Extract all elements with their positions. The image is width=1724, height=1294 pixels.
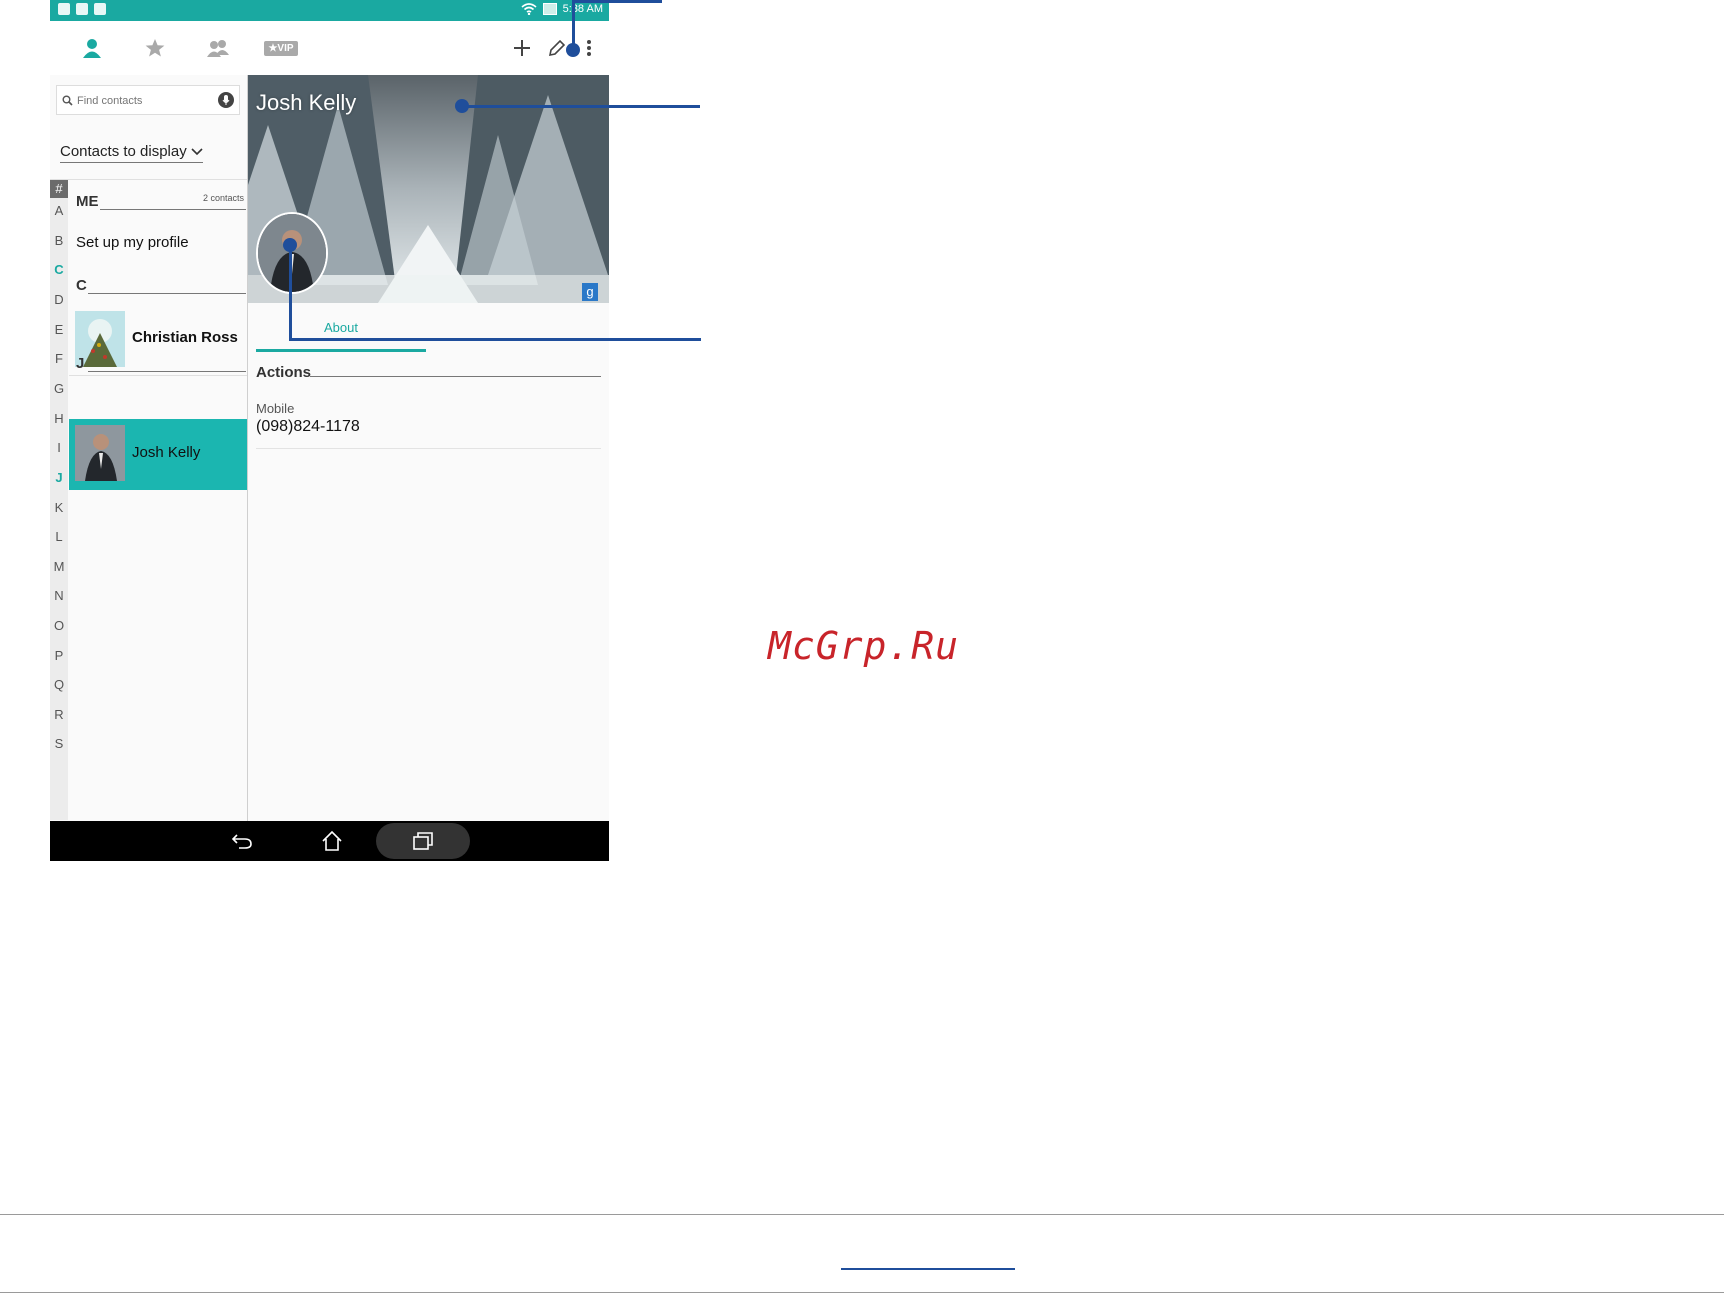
phone-number[interactable]: (098)824-1178: [256, 418, 360, 436]
watermark: McGrp.Ru: [768, 624, 960, 668]
index-letter[interactable]: #: [50, 180, 68, 198]
add-contact-button[interactable]: [506, 21, 538, 75]
back-icon: [231, 834, 252, 849]
index-letter[interactable]: O: [50, 618, 68, 633]
tablet-screen: 5:38 AM ★VIP C: [50, 0, 609, 861]
index-letter[interactable]: B: [50, 233, 68, 248]
google-account-icon: g: [582, 283, 598, 301]
index-letter[interactable]: K: [50, 500, 68, 515]
section-header-j: J: [76, 355, 85, 372]
vip-icon: ★VIP: [264, 40, 298, 56]
notification-icons: [58, 3, 106, 15]
alphabet-index[interactable]: # A B C D E F G H I J K L M N O P Q R S: [50, 180, 68, 820]
search-box[interactable]: [56, 85, 240, 115]
tab-groups[interactable]: [196, 21, 240, 75]
wifi-icon: [521, 3, 537, 15]
filter-label: Contacts to display: [60, 143, 187, 160]
contact-header-name: Josh Kelly: [256, 90, 357, 115]
home-icon: [322, 830, 342, 851]
tab-vip[interactable]: ★VIP: [259, 21, 303, 75]
section-header-me: ME: [76, 193, 99, 210]
cloud-notification-icon: [76, 3, 88, 15]
chevron-down-icon: [191, 148, 203, 156]
callout-dot-edit: [566, 43, 580, 57]
contact-cover-image: Josh Kelly g: [248, 75, 609, 303]
josh-kelly-avatar: [75, 425, 125, 481]
index-letter[interactable]: Q: [50, 677, 68, 692]
recent-apps-button[interactable]: [376, 823, 470, 859]
index-letter[interactable]: J: [50, 470, 68, 485]
list-divider: [50, 179, 247, 180]
home-button[interactable]: [310, 827, 354, 855]
contact-photo-image: [258, 214, 326, 292]
add-icon: [514, 40, 530, 56]
page-rule: [0, 1214, 1724, 1215]
tab-indicator: [256, 349, 426, 352]
tab-contacts[interactable]: [70, 21, 114, 75]
index-letter[interactable]: N: [50, 588, 68, 603]
microphone-icon[interactable]: [218, 92, 234, 108]
index-letter[interactable]: F: [50, 351, 68, 366]
contact-row-christian-ross[interactable]: Christian Ross: [69, 307, 247, 371]
index-letter[interactable]: A: [50, 203, 68, 218]
groups-icon: [207, 40, 229, 57]
tab-about[interactable]: About: [324, 320, 358, 335]
callout-line-photo: [289, 338, 701, 341]
gallery-notification-icon: [58, 3, 70, 15]
setup-profile-item[interactable]: Set up my profile: [76, 234, 246, 251]
index-letter[interactable]: L: [50, 529, 68, 544]
contact-photo[interactable]: [256, 212, 328, 294]
contacts-person-icon: [83, 39, 101, 58]
status-bar: 5:38 AM: [50, 0, 609, 21]
index-letter[interactable]: C: [50, 262, 68, 277]
section-line: [310, 376, 601, 377]
section-header-c: C: [76, 277, 87, 294]
search-icon: [62, 95, 73, 106]
contact-name: Josh Kelly: [132, 444, 201, 461]
index-letter[interactable]: P: [50, 648, 68, 663]
list-divider: [69, 375, 247, 376]
contact-row-josh-kelly[interactable]: Josh Kelly: [69, 419, 247, 490]
callout-line-photo: [289, 246, 292, 341]
callout-dot-photo: [283, 238, 297, 252]
index-letter[interactable]: S: [50, 736, 68, 751]
index-letter[interactable]: I: [50, 440, 68, 455]
battery-charging-icon: [542, 3, 557, 15]
page-rule: [0, 1292, 1724, 1293]
contact-name: Christian Ross: [132, 329, 238, 346]
status-time: 5:38 AM: [562, 3, 603, 15]
index-letter[interactable]: E: [50, 322, 68, 337]
section-line: [88, 293, 246, 294]
back-button[interactable]: [220, 827, 264, 855]
list-divider: [256, 448, 601, 449]
index-letter[interactable]: D: [50, 292, 68, 307]
callout-dot-name: [455, 99, 469, 113]
callout-line-name: [462, 105, 700, 108]
index-letter[interactable]: G: [50, 381, 68, 396]
more-vert-icon: [587, 40, 591, 56]
vip-label: VIP: [277, 42, 294, 54]
image-notification-icon: [94, 3, 106, 15]
contact-count: 2 contacts: [203, 193, 245, 203]
tab-favorites[interactable]: [133, 21, 177, 75]
favorites-star-icon: [145, 39, 165, 57]
actions-heading: Actions: [256, 364, 312, 381]
index-letter[interactable]: R: [50, 707, 68, 722]
recent-apps-icon: [413, 832, 433, 850]
index-letter[interactable]: M: [50, 559, 68, 574]
section-line: [88, 371, 246, 372]
navigation-bar: [50, 821, 609, 861]
system-icons: 5:38 AM: [521, 3, 603, 15]
phone-type-label: Mobile: [256, 401, 295, 416]
contacts-to-display-dropdown[interactable]: Contacts to display: [60, 143, 203, 163]
edit-pencil-icon: [548, 39, 566, 57]
index-letter[interactable]: H: [50, 411, 68, 426]
search-input[interactable]: [75, 90, 209, 112]
footer-link-underline: [841, 1268, 1015, 1270]
section-line: [100, 209, 246, 210]
app-toolbar: ★VIP: [50, 21, 609, 75]
callout-line-edit: [574, 0, 662, 3]
